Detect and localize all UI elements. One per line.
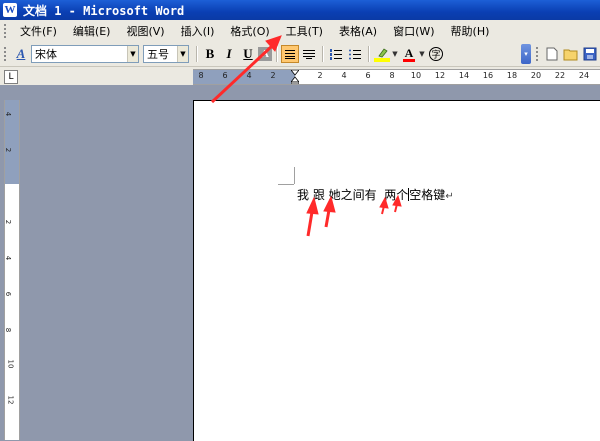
enclose-characters-button[interactable]: 字 — [427, 45, 445, 63]
menu-format[interactable]: 格式(O) — [223, 21, 276, 41]
ruler-bar: L 8 6 4 2 2 4 6 8 10 12 14 16 18 20 22 2… — [0, 67, 600, 85]
menu-tools[interactable]: 工具(T) — [279, 21, 330, 41]
ruler-number: 10 — [410, 71, 422, 80]
toolbar-divider — [196, 46, 198, 62]
highlight-button[interactable] — [373, 45, 391, 63]
font-name-select[interactable]: 宋体 ▼ — [31, 45, 139, 63]
ruler-number: 8 — [389, 71, 395, 80]
window-title: 文档 1 - Microsoft Word — [23, 3, 185, 18]
menu-file[interactable]: 文件(F) — [13, 21, 64, 41]
ruler-number: 24 — [578, 71, 590, 80]
text-run: 她之间有 两个 — [324, 188, 409, 202]
ruler-number: 22 — [554, 71, 566, 80]
ruler-number: 4 — [4, 111, 13, 117]
ruler-number: 8 — [4, 327, 13, 333]
crop-mark — [278, 184, 294, 185]
ruler-number: 20 — [530, 71, 542, 80]
toolbar-options-button[interactable]: ▾ — [521, 44, 531, 64]
new-document-icon — [546, 47, 558, 61]
ruler-number: 12 — [6, 395, 15, 405]
vertical-ruler[interactable]: 4 2 2 4 6 8 10 12 — [4, 100, 20, 440]
svg-text:A: A — [405, 46, 414, 60]
ruler-number: 16 — [482, 71, 494, 80]
chevron-down-icon[interactable]: ▼ — [392, 45, 398, 63]
menu-insert[interactable]: 插入(I) — [174, 21, 222, 41]
ruler-number: 2 — [270, 71, 276, 80]
numbered-list-icon — [330, 48, 342, 60]
ruler-number: 18 — [506, 71, 518, 80]
indent-marker-icon[interactable] — [291, 70, 299, 84]
menu-help[interactable]: 帮助(H) — [444, 21, 497, 41]
ruler-number: 2 — [4, 147, 13, 153]
open-folder-icon — [563, 49, 578, 61]
text-run: 我 — [297, 188, 313, 202]
ruler-number: 8 — [198, 71, 204, 80]
ruler-number: 6 — [365, 71, 371, 80]
menu-grip-handle[interactable] — [4, 24, 9, 38]
highlighter-icon — [374, 48, 390, 62]
crop-mark — [294, 167, 295, 184]
document-page[interactable]: 我 跟 她之间有 两个空格键↵ — [193, 100, 600, 441]
font-size-select[interactable]: 五号 ▼ — [143, 45, 189, 63]
align-justify-button[interactable] — [281, 45, 299, 63]
underline-button[interactable]: U — [239, 45, 257, 63]
toolbar-divider — [276, 46, 278, 62]
ruler-number: 2 — [4, 219, 13, 225]
character-shading-button[interactable]: A — [258, 47, 272, 61]
italic-button[interactable]: I — [220, 45, 238, 63]
menu-bar: 文件(F) 编辑(E) 视图(V) 插入(I) 格式(O) 工具(T) 表格(A… — [0, 20, 600, 43]
font-size-value: 五号 — [147, 48, 169, 61]
font-color-button[interactable]: A — [400, 45, 418, 63]
toolbar-grip-handle[interactable] — [4, 47, 9, 61]
ruler-number: 4 — [341, 71, 347, 80]
bulleted-list-icon — [349, 49, 361, 59]
toolbar-divider — [322, 46, 324, 62]
document-text-line[interactable]: 我 跟 她之间有 两个空格键↵ — [297, 186, 454, 203]
ruler-number: 10 — [6, 359, 15, 369]
save-button[interactable] — [581, 45, 599, 63]
chevron-down-icon[interactable]: ▼ — [419, 45, 425, 63]
ruler-number: 6 — [4, 291, 13, 297]
paragraph-mark: ↵ — [445, 191, 454, 202]
distributed-align-button[interactable] — [300, 45, 318, 63]
styles-icon[interactable]: A — [13, 46, 29, 62]
title-bar: W 文档 1 - Microsoft Word — [0, 0, 600, 20]
menu-view[interactable]: 视图(V) — [119, 21, 171, 41]
svg-text:字: 字 — [431, 49, 440, 60]
bullets-button[interactable] — [346, 45, 364, 63]
ruler-number: 14 — [458, 71, 470, 80]
text-run: 跟 — [312, 188, 325, 202]
open-button[interactable] — [562, 45, 580, 63]
ruler-left-margin — [193, 70, 295, 84]
ruler-number: 4 — [4, 255, 13, 261]
menu-edit[interactable]: 编辑(E) — [66, 21, 118, 41]
align-justify-icon — [285, 50, 295, 59]
chevron-down-icon[interactable]: ▼ — [127, 46, 138, 62]
toolbar-divider — [368, 46, 370, 62]
ruler-number: 2 — [317, 71, 323, 80]
formatting-toolbar: A 宋体 ▼ 五号 ▼ B I U A ▼ A ▼ 字 ▾ — [0, 42, 600, 67]
text-run: 空格键 — [409, 188, 446, 202]
bold-button[interactable]: B — [201, 45, 219, 63]
ruler-number: 6 — [222, 71, 228, 80]
font-name-value: 宋体 — [35, 48, 57, 61]
new-document-button[interactable] — [543, 45, 561, 63]
ruler-number: 4 — [246, 71, 252, 80]
menu-window[interactable]: 窗口(W) — [386, 21, 441, 41]
tab-selector-button[interactable]: L — [4, 70, 18, 84]
ruler-number: 12 — [434, 71, 446, 80]
numbering-button[interactable] — [327, 45, 345, 63]
enclosed-character-icon: 字 — [429, 47, 443, 61]
chevron-down-icon[interactable]: ▼ — [177, 46, 188, 62]
toolbar-grip-handle[interactable] — [536, 47, 541, 61]
horizontal-ruler[interactable]: 8 6 4 2 2 4 6 8 10 12 14 16 18 20 22 24 — [193, 69, 600, 85]
menu-table[interactable]: 表格(A) — [332, 21, 384, 41]
save-disk-icon — [583, 47, 597, 61]
distributed-align-icon — [303, 50, 315, 59]
font-color-icon: A — [403, 46, 415, 62]
word-icon[interactable]: W — [3, 3, 17, 17]
